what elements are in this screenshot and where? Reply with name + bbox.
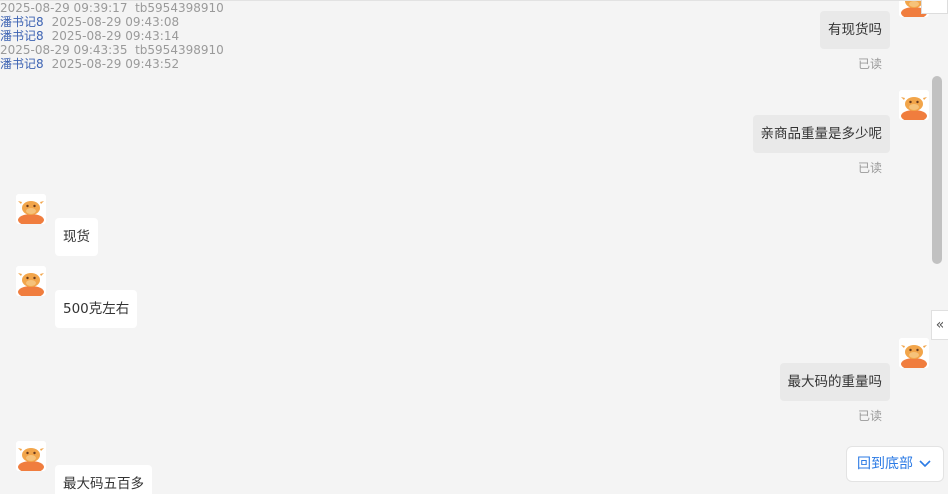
message-sender[interactable]: 潘书记8 xyxy=(0,57,44,71)
message-time: 2025-08-29 09:43:35 xyxy=(0,43,128,57)
cow-avatar-icon xyxy=(899,90,929,120)
scroll-to-bottom-label: 回到底部 xyxy=(857,456,913,472)
message-bubble: 现货 xyxy=(55,218,98,256)
message-bubble: 最大码的重量吗 xyxy=(779,363,890,401)
message-bubble: 亲商品重量是多少呢 xyxy=(752,115,890,153)
message-meta: 2025-08-29 09:39:17 tb5954398910 xyxy=(0,1,948,15)
avatar[interactable] xyxy=(899,90,929,120)
message-time: 2025-08-29 09:43:52 xyxy=(51,57,180,71)
double-chevron-left-icon: « xyxy=(935,317,945,333)
message-meta: 潘书记8 2025-08-29 09:43:52 xyxy=(0,57,948,71)
message-bubble: 有现货吗 xyxy=(820,11,890,49)
message-sender[interactable]: 潘书记8 xyxy=(0,29,44,43)
message-sender[interactable]: 潘书记8 xyxy=(0,15,44,29)
message-sender: tb5954398910 xyxy=(135,1,224,15)
message-meta: 潘书记8 2025-08-29 09:43:08 xyxy=(0,15,948,29)
read-status: 已读 xyxy=(857,409,882,423)
chevron-down-icon xyxy=(919,460,931,468)
read-status: 已读 xyxy=(857,57,882,71)
avatar[interactable] xyxy=(16,266,46,296)
message-meta: 潘书记8 2025-08-29 09:43:14 xyxy=(0,29,948,43)
message-bubble: 最大码五百多 xyxy=(55,465,152,494)
read-status: 已读 xyxy=(857,161,882,175)
top-panel-edge xyxy=(921,0,948,14)
chat-message-list[interactable]: 有现货吗 已读 2025-08-29 09:39:17 tb5954398910… xyxy=(0,0,948,494)
avatar[interactable] xyxy=(16,194,46,224)
scroll-to-bottom-button[interactable]: 回到底部 xyxy=(846,446,944,482)
message-bubble: 500克左右 xyxy=(55,290,138,328)
cow-avatar-icon xyxy=(16,194,46,224)
message-meta: 2025-08-29 09:43:35 tb5954398910 xyxy=(0,43,948,57)
cow-avatar-icon xyxy=(16,266,46,296)
message-time: 2025-08-29 09:43:14 xyxy=(51,29,180,43)
cow-avatar-icon xyxy=(16,441,46,471)
message-sender: tb5954398910 xyxy=(135,43,224,57)
collapse-panel-button[interactable]: « xyxy=(931,310,948,340)
avatar[interactable] xyxy=(16,441,46,471)
scrollbar-thumb[interactable] xyxy=(932,76,942,264)
cow-avatar-icon xyxy=(899,338,929,368)
message-time: 2025-08-29 09:39:17 xyxy=(0,1,128,15)
message-time: 2025-08-29 09:43:08 xyxy=(51,15,180,29)
avatar[interactable] xyxy=(899,338,929,368)
